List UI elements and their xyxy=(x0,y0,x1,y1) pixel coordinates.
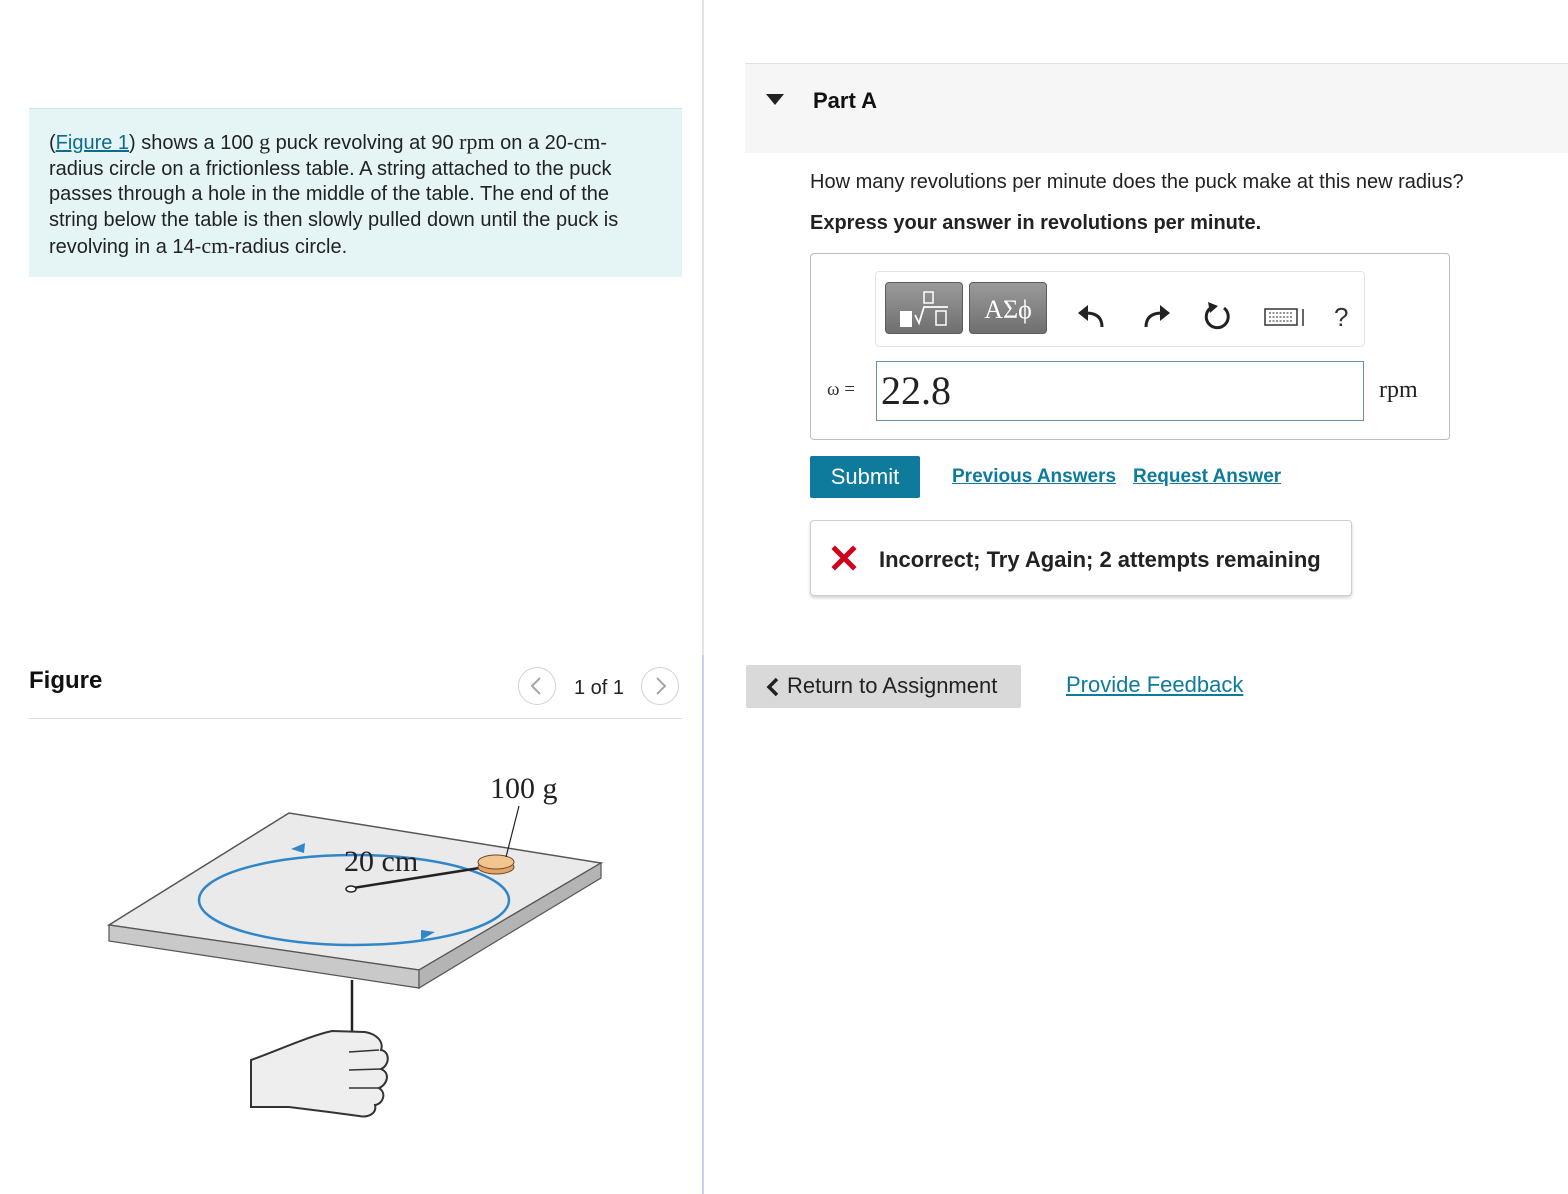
templates-button[interactable] xyxy=(885,282,963,334)
units-label: rpm xyxy=(1379,377,1418,403)
hand-illustration xyxy=(250,1029,389,1118)
greek-symbols-icon: ΑΣϕ xyxy=(984,295,1032,324)
answer-input[interactable]: 22.8 xyxy=(876,361,1364,421)
math-toolbar: ΑΣϕ ? xyxy=(875,271,1365,347)
previous-answers-link[interactable]: Previous Answers xyxy=(952,466,1116,488)
part-title: Part A xyxy=(813,88,877,113)
question-text: How many revolutions per minute does the… xyxy=(810,171,1464,193)
problem-statement: (Figure 1) shows a 100 g puck revolving … xyxy=(49,129,619,258)
center-hole xyxy=(345,885,357,893)
keyboard-icon[interactable] xyxy=(1261,299,1309,335)
figure-link[interactable]: Figure 1 xyxy=(56,132,129,154)
redo-icon[interactable] xyxy=(1138,299,1174,335)
column-divider-lower xyxy=(702,655,704,1194)
reset-icon[interactable] xyxy=(1199,299,1235,335)
return-to-assignment-button[interactable]: Return to Assignment xyxy=(746,665,1021,708)
undo-icon[interactable] xyxy=(1074,299,1110,335)
x-icon xyxy=(831,545,857,571)
greek-symbols-button[interactable]: ΑΣϕ xyxy=(969,282,1047,334)
chevron-left-icon xyxy=(766,677,779,697)
answer-instruction: Express your answer in revolutions per m… xyxy=(810,212,1262,234)
answer-box: ΑΣϕ ? ω = 22.8 rpm xyxy=(810,253,1450,440)
figure-prev-button[interactable] xyxy=(518,667,556,705)
radius-label: 20 cm xyxy=(344,845,418,878)
figure-divider xyxy=(29,718,682,719)
collapse-caret-icon[interactable] xyxy=(766,94,784,105)
feedback-message: Incorrect; Try Again; 2 attempts remaini… xyxy=(879,547,1321,572)
submit-button[interactable]: Submit xyxy=(810,456,920,498)
figure-heading: Figure xyxy=(29,667,103,694)
variable-label: ω = xyxy=(827,379,855,400)
figure-pager: 1 of 1 xyxy=(574,677,625,699)
part-header[interactable]: Part A xyxy=(745,63,1568,153)
mass-label: 100 g xyxy=(490,772,558,805)
chevron-right-icon xyxy=(656,677,667,695)
help-button[interactable]: ? xyxy=(1334,302,1348,333)
figure-illustration: 100 g 20 cm xyxy=(106,772,604,1118)
request-answer-link[interactable]: Request Answer xyxy=(1133,466,1281,488)
puck xyxy=(477,854,515,870)
provide-feedback-link[interactable]: Provide Feedback xyxy=(1066,672,1243,698)
chevron-left-icon xyxy=(530,677,541,695)
figure-next-button[interactable] xyxy=(641,667,679,705)
return-label: Return to Assignment xyxy=(787,673,998,698)
problem-intro: (Figure 1) shows a 100 g puck revolving … xyxy=(29,108,682,277)
feedback-box: Incorrect; Try Again; 2 attempts remaini… xyxy=(810,520,1352,596)
templates-icon xyxy=(900,291,948,327)
